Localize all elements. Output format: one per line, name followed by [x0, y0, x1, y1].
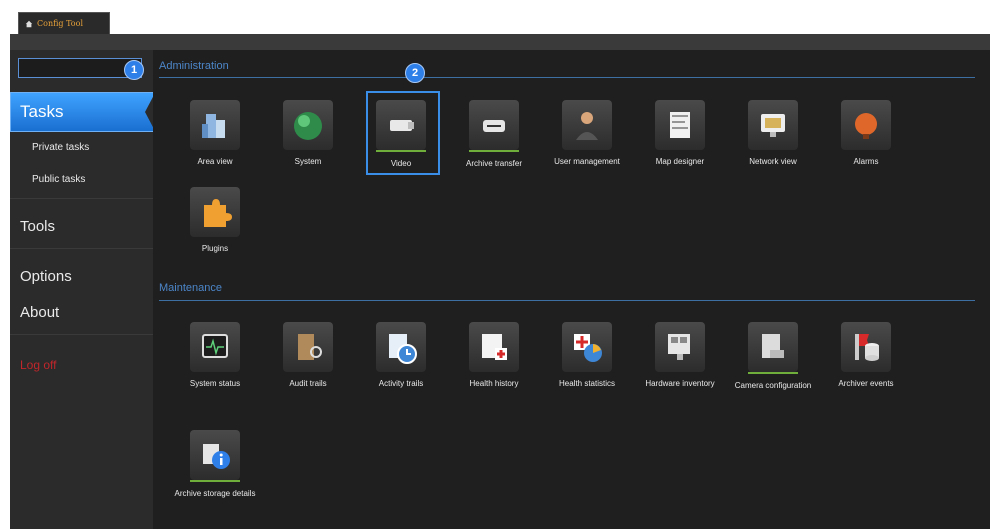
- top-bar: [10, 34, 990, 50]
- sidebar-divider: [10, 248, 153, 249]
- archiver-events-icon: [841, 322, 891, 372]
- tile-activity-trails[interactable]: Activity trails: [355, 322, 447, 389]
- tile-label: Archive storage details: [174, 489, 256, 498]
- map-designer-icon: [655, 100, 705, 150]
- tile-archive-transfer[interactable]: Archive transfer: [448, 100, 540, 169]
- tile-underline: [469, 150, 519, 152]
- user-management-icon: [562, 100, 612, 150]
- log-off-button[interactable]: Log off: [20, 358, 56, 372]
- sidebar-item-options[interactable]: Options: [20, 268, 72, 285]
- config-tool-tab[interactable]: Config Tool: [18, 12, 110, 34]
- alarm-icon: [841, 100, 891, 150]
- area-view-icon: [190, 100, 240, 150]
- tile-archiver-events[interactable]: Archiver events: [820, 322, 912, 389]
- tile-health-history[interactable]: Health history: [448, 322, 540, 389]
- system-icon: [283, 100, 333, 150]
- tile-label: Camera configuration: [734, 381, 812, 390]
- tile-user-management[interactable]: User management: [541, 100, 633, 167]
- tile-label: Audit trails: [289, 379, 327, 388]
- tile-label: Archive transfer: [465, 159, 523, 168]
- tile-label: Activity trails: [378, 379, 424, 388]
- tile-underline: [748, 372, 798, 374]
- sidebar: 1 Tasks Private tasks Public tasks Tools…: [10, 50, 157, 529]
- tile-label: Plugins: [201, 244, 229, 253]
- home-icon: [25, 20, 33, 27]
- system-status-icon: [190, 322, 240, 372]
- app-tab-title: Config Tool: [37, 19, 83, 28]
- tile-label: System status: [189, 379, 241, 388]
- sidebar-divider: [10, 334, 153, 335]
- tile-label: Hardware inventory: [645, 379, 715, 388]
- activity-trails-icon: [376, 322, 426, 372]
- tile-camera-configuration[interactable]: Camera configuration: [727, 322, 819, 391]
- sidebar-item-about[interactable]: About: [20, 304, 59, 321]
- audit-trails-icon: [283, 322, 333, 372]
- tile-label: Health history: [469, 379, 519, 388]
- health-statistics-icon: [562, 322, 612, 372]
- section-divider: [159, 300, 975, 301]
- tile-underline: [190, 480, 240, 482]
- video-tile-highlight: [366, 91, 440, 175]
- tile-area-view[interactable]: Area view: [169, 100, 261, 167]
- sidebar-item-public-tasks[interactable]: Public tasks: [32, 174, 85, 185]
- tile-hardware-inventory[interactable]: Hardware inventory: [634, 322, 726, 389]
- sidebar-divider: [10, 198, 153, 199]
- tile-network-view[interactable]: Network view: [727, 100, 819, 167]
- config-tool-window: 1 Tasks Private tasks Public tasks Tools…: [10, 34, 990, 529]
- tile-label: Map designer: [655, 157, 705, 166]
- tile-label: Network view: [749, 157, 797, 166]
- tile-map-designer[interactable]: Map designer: [634, 100, 726, 167]
- health-history-icon: [469, 322, 519, 372]
- sidebar-item-tasks[interactable]: Tasks: [10, 92, 158, 132]
- tile-archive-storage-details[interactable]: Archive storage details: [169, 430, 261, 499]
- tile-label: User management: [554, 157, 620, 166]
- tile-system-status[interactable]: System status: [169, 322, 261, 389]
- tile-label: Archiver events: [838, 379, 894, 388]
- callout-badge-2: 2: [405, 63, 425, 83]
- tile-label: Health statistics: [558, 379, 616, 388]
- task-panel: Administration 2 Area view System Video: [153, 50, 990, 529]
- archive-transfer-icon: [469, 100, 519, 150]
- tile-label: System: [294, 157, 322, 166]
- tile-label: Area view: [197, 157, 233, 166]
- tile-plugins[interactable]: Plugins: [169, 187, 261, 254]
- section-title-administration: Administration: [159, 60, 229, 72]
- tab-strip: Config Tool: [10, 0, 990, 34]
- archive-storage-details-icon: [190, 430, 240, 480]
- tile-label: Alarms: [853, 157, 879, 166]
- section-title-maintenance: Maintenance: [159, 282, 222, 294]
- hardware-inventory-icon: [655, 322, 705, 372]
- tile-health-statistics[interactable]: Health statistics: [541, 322, 633, 389]
- sidebar-item-tools[interactable]: Tools: [20, 218, 55, 235]
- section-divider: [159, 77, 975, 78]
- callout-badge-1: 1: [124, 60, 144, 80]
- tile-alarms[interactable]: Alarms: [820, 100, 912, 167]
- camera-configuration-icon: [748, 322, 798, 372]
- plugin-icon: [190, 187, 240, 237]
- network-view-icon: [748, 100, 798, 150]
- sidebar-item-tasks-label: Tasks: [20, 102, 64, 121]
- sidebar-item-private-tasks[interactable]: Private tasks: [32, 142, 89, 153]
- tile-system[interactable]: System: [262, 100, 354, 167]
- tile-audit-trails[interactable]: Audit trails: [262, 322, 354, 389]
